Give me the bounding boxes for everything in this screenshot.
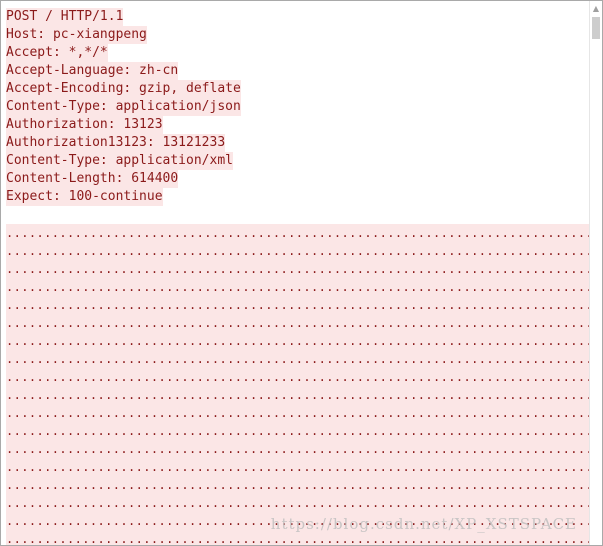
accept-header: Accept: *,*/* [6,44,108,62]
body-row: ........................................… [6,460,589,474]
content-type-header: Content-Type: application/json [6,98,241,116]
accept-encoding-header: Accept-Encoding: gzip, deflate [6,80,241,98]
body-row: ........................................… [6,496,589,510]
body-row: ........................................… [6,406,589,420]
custom-authorization-header: Authorization13123: 13121233 [6,134,226,152]
body-row: ........................................… [6,442,589,456]
body-row: ........................................… [6,280,589,294]
request-text-area[interactable]: POST / HTTP/1.1 Host: pc-xiangpeng Accep… [1,1,589,545]
request-body: ........................................… [6,224,589,545]
watermark: https://blog.csdn.net/XP_XSTSPACE [270,515,577,533]
scrollbar-thumb[interactable] [592,17,600,39]
request-line: POST / HTTP/1.1 [6,8,124,26]
scroll-up-arrow-icon[interactable]: ▲ [590,3,602,15]
body-row: ........................................… [6,370,589,384]
content-length-header: Content-Length: 614400 [6,170,179,188]
authorization-header: Authorization: 13123 [6,116,163,134]
vertical-scrollbar[interactable]: ▲ [589,1,602,545]
body-row: ........................................… [6,244,589,258]
body-row: ........................................… [6,334,589,348]
body-row: ........................................… [6,424,589,438]
body-row: ........................................… [6,226,589,240]
expect-header: Expect: 100-continue [6,188,163,206]
body-row: ........................................… [6,388,589,402]
body-row: ........................................… [6,298,589,312]
body-row: ........................................… [6,478,589,492]
accept-language-header: Accept-Language: zh-cn [6,62,179,80]
body-row: ........................................… [6,352,589,366]
raw-request-viewer: POST / HTTP/1.1 Host: pc-xiangpeng Accep… [0,0,603,546]
body-row: ........................................… [6,262,589,276]
content-type-header-2: Content-Type: application/xml [6,152,233,170]
body-row: ........................................… [6,316,589,330]
host-header: Host: pc-xiangpeng [6,26,147,44]
request-headers: POST / HTTP/1.1 Host: pc-xiangpeng Accep… [6,8,241,206]
